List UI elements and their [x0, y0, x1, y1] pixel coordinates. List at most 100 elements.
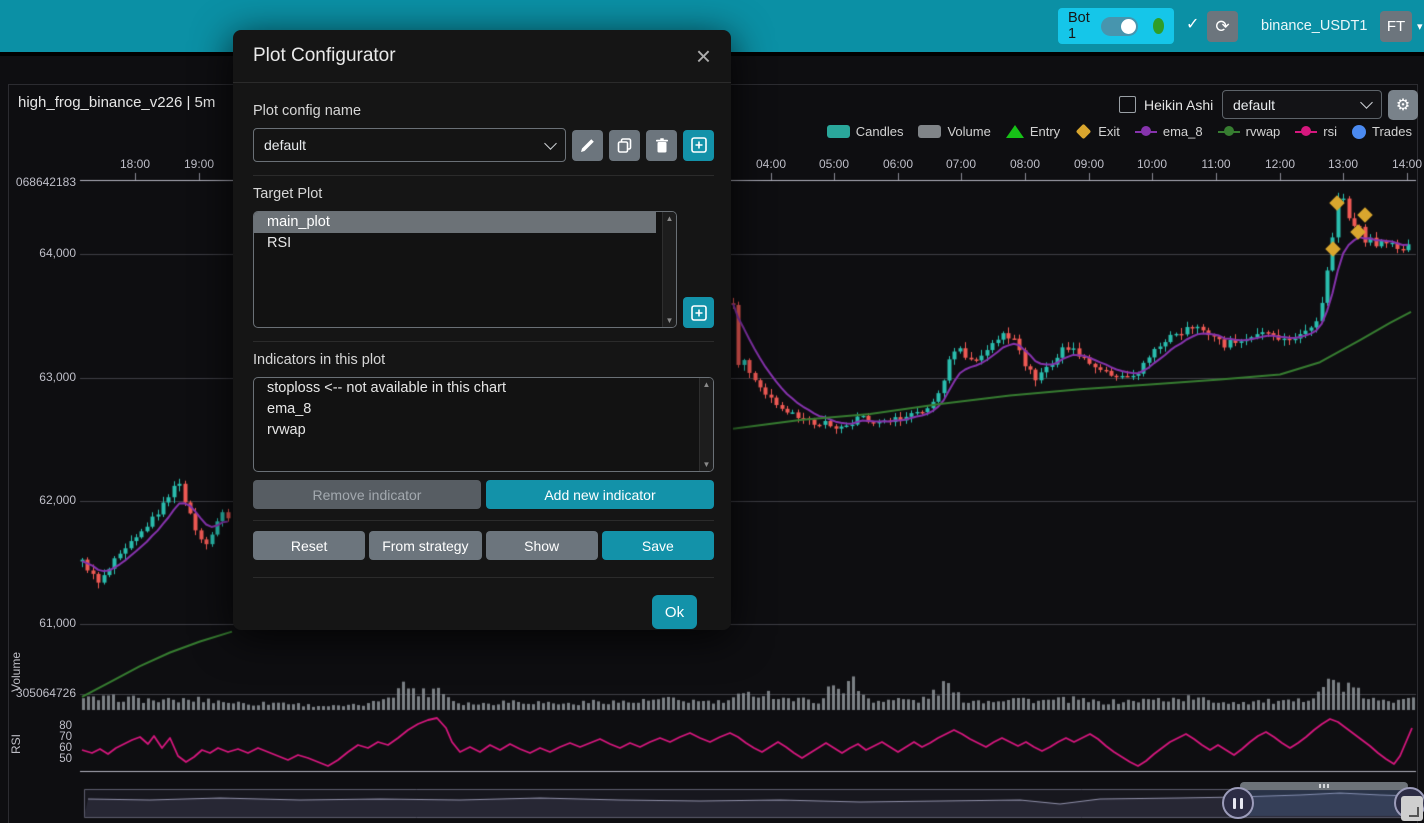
close-icon[interactable]: ×	[696, 46, 711, 66]
list-item[interactable]: main_plot	[254, 212, 656, 233]
legend-item-Candles[interactable]: Candles	[827, 124, 904, 139]
freqtrade-ui: Bot 1 ✓ ⟳ binance_USDT1 FT ▾ high_frog_b…	[0, 0, 1424, 823]
scroll-up-icon[interactable]: ▲	[703, 380, 711, 389]
legend-item-Exit[interactable]: Exit	[1075, 124, 1120, 139]
time-axis-label: 10:00	[1122, 157, 1182, 171]
price-axis-label: 63,000	[0, 370, 76, 384]
list-item[interactable]: ema_8	[254, 399, 697, 420]
rename-config-button[interactable]	[572, 130, 603, 161]
legend-item-Trades[interactable]: Trades	[1352, 124, 1412, 139]
ema_8-swatch-icon	[1135, 125, 1157, 138]
listbox-scrollbar: ▲▼	[662, 212, 676, 327]
rvwap-swatch-icon	[1218, 125, 1240, 138]
heikin-ashi-control: Heikin Ashi	[1119, 96, 1213, 113]
legend-label: Candles	[856, 124, 904, 139]
plus-square-icon	[691, 137, 707, 153]
datazoom-left-handle[interactable]	[1222, 787, 1254, 819]
rsi-swatch-icon	[1295, 125, 1317, 138]
copy-icon	[617, 138, 632, 153]
time-axis-label: 05:00	[804, 157, 864, 171]
Entry-swatch-icon	[1006, 125, 1024, 138]
Exit-swatch-icon	[1076, 124, 1092, 140]
add-target-plot-button[interactable]	[683, 297, 714, 328]
price-axis-label: 64,000	[0, 246, 76, 260]
time-axis-label: 14:00	[1377, 157, 1424, 171]
Trades-swatch-icon	[1352, 125, 1366, 139]
time-axis-label: 19:00	[169, 157, 229, 171]
add-new-indicator-button[interactable]: Add new indicator	[486, 480, 714, 509]
legend-label: Trades	[1372, 124, 1412, 139]
scroll-down-icon[interactable]: ▼	[666, 316, 674, 325]
resize-corner-icon	[1409, 807, 1419, 817]
config-name-value: default	[264, 137, 306, 153]
legend-label: Entry	[1030, 124, 1060, 139]
ok-button[interactable]: Ok	[652, 595, 697, 629]
legend-label: rsi	[1323, 124, 1337, 139]
legend-item-ema_8[interactable]: ema_8	[1135, 124, 1203, 139]
target-plot-label: Target Plot	[253, 186, 714, 202]
from-strategy-button[interactable]: From strategy	[369, 531, 481, 560]
time-axis-label: 18:00	[105, 157, 165, 171]
pencil-icon	[580, 138, 595, 153]
trash-icon	[655, 138, 669, 153]
time-axis-label: 06:00	[868, 157, 928, 171]
time-axis-label: 11:00	[1186, 157, 1246, 171]
target-plot-listbox: ▲▼ main_plotRSI	[253, 211, 677, 328]
chevron-down-icon	[544, 137, 557, 150]
add-config-button[interactable]	[683, 130, 714, 161]
heikin-ashi-label: Heikin Ashi	[1144, 97, 1213, 113]
chevron-down-icon	[1360, 96, 1373, 109]
horizontal-scrollbar[interactable]	[1240, 782, 1408, 790]
price-axis-label: 068642183	[0, 175, 76, 189]
chart-legend: Candles Volume Entry Exit ema_8 rvwap rsi Trade…	[827, 124, 1412, 139]
config-name-select[interactable]: default	[253, 128, 566, 162]
plot-config-name-label: Plot config name	[253, 103, 714, 119]
time-axis-label: 13:00	[1313, 157, 1373, 171]
legend-item-Volume[interactable]: Volume	[918, 124, 990, 139]
legend-label: Volume	[947, 124, 990, 139]
gear-icon: ⚙	[1396, 95, 1410, 115]
plot-config-select-value: default	[1233, 97, 1275, 113]
list-item[interactable]: rvwap	[254, 420, 697, 441]
indicators-listbox: ▲▼ stoploss <-- not available in this ch…	[253, 377, 714, 472]
scroll-up-icon[interactable]: ▲	[666, 214, 674, 223]
rsi-axis-label: 50	[32, 753, 72, 765]
duplicate-config-button[interactable]	[609, 130, 640, 161]
reset-button[interactable]: Reset	[253, 531, 365, 560]
list-item[interactable]: stoploss <-- not available in this chart	[254, 378, 697, 399]
volume-axis-title: Volume	[9, 642, 23, 702]
plot-config-select[interactable]: default	[1222, 90, 1382, 119]
plot-configurator-dialog: Plot Configurator × Plot config name def…	[233, 30, 731, 630]
time-axis-label: 04:00	[741, 157, 801, 171]
remove-indicator-button[interactable]: Remove indicator	[253, 480, 481, 509]
time-axis-label: 09:00	[1059, 157, 1119, 171]
scroll-down-icon[interactable]: ▼	[703, 460, 711, 469]
legend-item-Entry[interactable]: Entry	[1006, 124, 1060, 139]
save-button[interactable]: Save	[602, 531, 714, 560]
listbox-scrollbar: ▲▼	[699, 378, 713, 471]
legend-label: Exit	[1098, 124, 1120, 139]
legend-item-rsi[interactable]: rsi	[1295, 124, 1337, 139]
legend-label: rvwap	[1246, 124, 1281, 139]
indicators-label: Indicators in this plot	[253, 352, 714, 368]
list-item[interactable]: RSI	[254, 233, 660, 254]
show-button[interactable]: Show	[486, 531, 598, 560]
rsi-axis-title: RSI	[9, 730, 23, 758]
time-axis-label: 07:00	[931, 157, 991, 171]
legend-label: ema_8	[1163, 124, 1203, 139]
plot-settings-button[interactable]: ⚙	[1388, 90, 1418, 120]
time-axis-label: 08:00	[995, 157, 1055, 171]
legend-item-rvwap[interactable]: rvwap	[1218, 124, 1281, 139]
plus-square-icon	[691, 305, 707, 321]
Candles-swatch-icon	[827, 125, 850, 138]
delete-config-button[interactable]	[646, 130, 677, 161]
resize-handle[interactable]	[1401, 796, 1423, 821]
price-axis-label: 62,000	[0, 493, 76, 507]
heikin-ashi-checkbox[interactable]	[1119, 96, 1136, 113]
dialog-title: Plot Configurator	[253, 45, 396, 67]
time-axis-label: 12:00	[1250, 157, 1310, 171]
chart-title: high_frog_binance_v226 | 5m	[18, 94, 215, 111]
Volume-swatch-icon	[918, 125, 941, 138]
price-axis-label: 61,000	[0, 616, 76, 630]
dialog-header: Plot Configurator ×	[233, 30, 731, 83]
